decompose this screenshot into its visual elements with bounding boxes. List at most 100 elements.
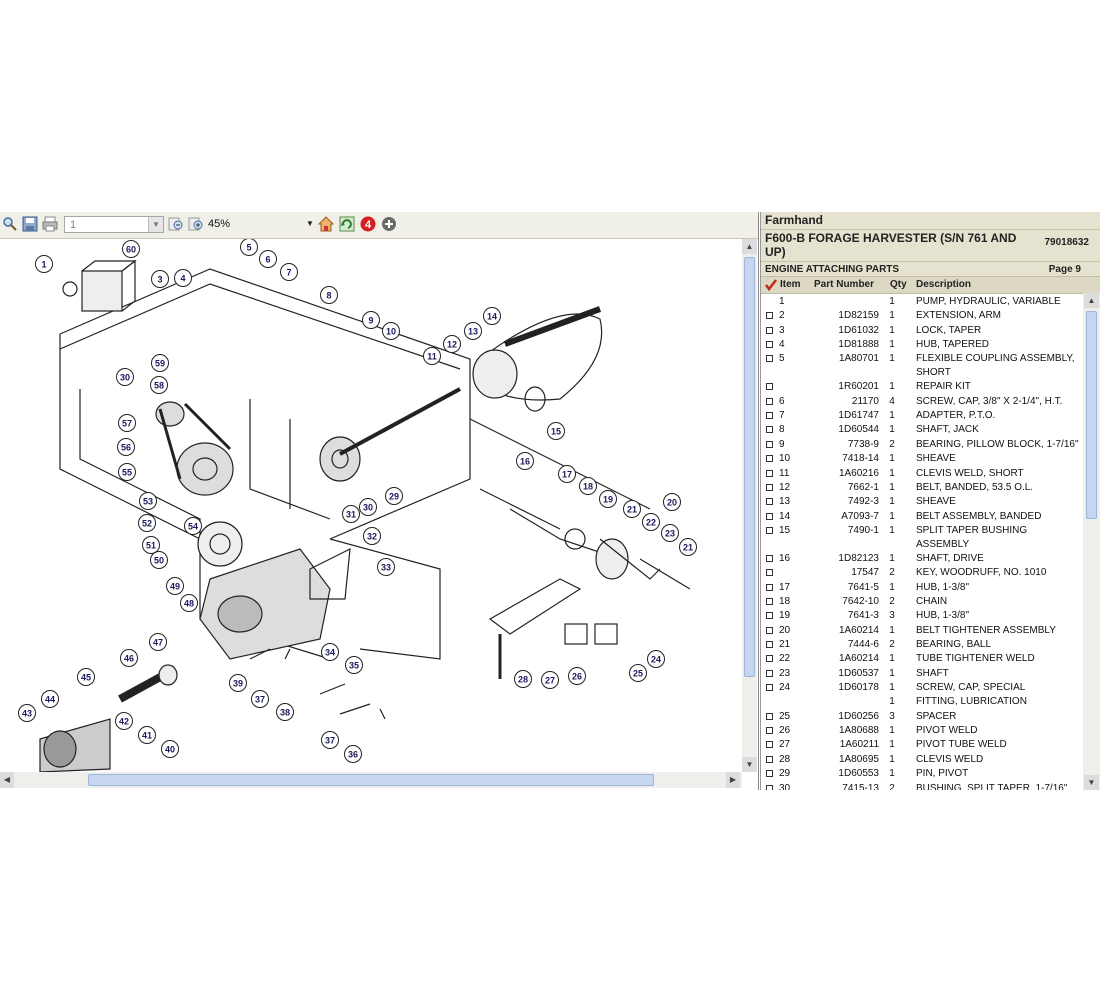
callout-12[interactable]: 12 bbox=[443, 335, 461, 353]
checkbox-icon[interactable] bbox=[766, 770, 773, 778]
callout-50[interactable]: 50 bbox=[150, 551, 168, 569]
table-row[interactable]: 21 7444-6 2 BEARING, BALL bbox=[761, 638, 1083, 652]
zoom-select[interactable]: 45% ▼ bbox=[208, 216, 316, 233]
checkbox-icon[interactable] bbox=[766, 784, 773, 790]
callout-42[interactable]: 42 bbox=[115, 712, 133, 730]
table-row[interactable]: 14 A7093-7 1 BELT ASSEMBLY, BANDED bbox=[761, 510, 1083, 524]
callout-41[interactable]: 41 bbox=[138, 726, 156, 744]
callout-4[interactable]: 4 bbox=[174, 269, 192, 287]
parts-vertical-scrollbar[interactable]: ▲ ▼ bbox=[1083, 293, 1100, 790]
callout-21[interactable]: 21 bbox=[679, 538, 697, 556]
callout-53[interactable]: 53 bbox=[139, 492, 157, 510]
drawing-horizontal-scrollbar[interactable]: ◀ ▶ bbox=[0, 772, 742, 788]
callout-3[interactable]: 3 bbox=[151, 270, 169, 288]
exploded-parts-drawing[interactable]: 1 3 4 5 6 7 8 9 10 11 12 13 14 15 16 17 18 19 20 21 21 22 23 24… bbox=[0, 239, 740, 772]
table-row[interactable]: 27 1A60211 1 PIVOT TUBE WELD bbox=[761, 738, 1083, 752]
checkbox-icon[interactable] bbox=[766, 498, 773, 506]
checkbox-icon[interactable] bbox=[766, 440, 773, 448]
table-row[interactable]: 17547 2 KEY, WOODRUFF, NO. 1010 bbox=[761, 566, 1083, 580]
callout-39[interactable]: 39 bbox=[229, 674, 247, 692]
zoom-in-icon[interactable] bbox=[188, 216, 204, 232]
table-row[interactable]: 19 7641-3 3 HUB, 1-3/8" bbox=[761, 609, 1083, 623]
callout-47[interactable]: 47 bbox=[149, 633, 167, 651]
checkbox-icon[interactable] bbox=[766, 755, 773, 763]
checkbox-icon[interactable] bbox=[766, 312, 773, 320]
column-qty[interactable]: Qty bbox=[890, 277, 907, 293]
page-number-select[interactable]: 1 ▼ bbox=[64, 216, 164, 233]
checkbox-icon[interactable] bbox=[766, 526, 773, 534]
notification-badge-icon[interactable]: 4 bbox=[360, 216, 376, 232]
callout-40[interactable]: 40 bbox=[161, 740, 179, 758]
table-row[interactable]: 18 7642-10 2 CHAIN bbox=[761, 595, 1083, 609]
callout-43[interactable]: 43 bbox=[18, 704, 36, 722]
table-row[interactable]: 8 1D60544 1 SHAFT, JACK bbox=[761, 423, 1083, 437]
callout-26[interactable]: 26 bbox=[568, 667, 586, 685]
callout-37[interactable]: 37 bbox=[321, 731, 339, 749]
callout-37[interactable]: 37 bbox=[251, 690, 269, 708]
callout-24[interactable]: 24 bbox=[647, 650, 665, 668]
checkbox-icon[interactable] bbox=[766, 712, 773, 720]
checkbox-icon[interactable] bbox=[766, 597, 773, 605]
checkbox-icon[interactable] bbox=[766, 512, 773, 520]
table-row[interactable]: 29 1D60553 1 PIN, PIVOT bbox=[761, 767, 1083, 781]
callout-16[interactable]: 16 bbox=[516, 452, 534, 470]
scroll-right-icon[interactable]: ▶ bbox=[726, 772, 740, 788]
callout-44[interactable]: 44 bbox=[41, 690, 59, 708]
checkbox-icon[interactable] bbox=[766, 341, 773, 349]
column-part-number[interactable]: Part Number bbox=[814, 277, 874, 293]
callout-21[interactable]: 21 bbox=[623, 500, 641, 518]
table-row[interactable]: 25 1D60256 3 SPACER bbox=[761, 710, 1083, 724]
scroll-down-icon[interactable]: ▼ bbox=[1084, 775, 1099, 790]
table-row[interactable]: 4 1D81888 1 HUB, TAPERED bbox=[761, 338, 1083, 352]
checkbox-icon[interactable] bbox=[766, 455, 773, 463]
callout-18[interactable]: 18 bbox=[579, 477, 597, 495]
chevron-down-icon[interactable]: ▼ bbox=[148, 217, 163, 232]
callout-22[interactable]: 22 bbox=[642, 513, 660, 531]
callout-38[interactable]: 38 bbox=[276, 703, 294, 721]
checkbox-icon[interactable] bbox=[766, 355, 773, 363]
scroll-thumb[interactable] bbox=[88, 774, 654, 786]
table-row[interactable]: 3 1D61032 1 LOCK, TAPER bbox=[761, 324, 1083, 338]
checkbox-icon[interactable] bbox=[766, 727, 773, 735]
column-item[interactable]: Item bbox=[780, 277, 801, 293]
callout-30[interactable]: 30 bbox=[116, 368, 134, 386]
table-row[interactable]: 2 1D82159 1 EXTENSION, ARM bbox=[761, 309, 1083, 323]
table-row[interactable]: 24 1D60178 1 SCREW, CAP, SPECIAL bbox=[761, 681, 1083, 695]
callout-15[interactable]: 15 bbox=[547, 422, 565, 440]
callout-60[interactable]: 60 bbox=[122, 240, 140, 258]
callout-56[interactable]: 56 bbox=[117, 438, 135, 456]
table-row[interactable]: 15 7490-1 1 SPLIT TAPER BUSHING ASSEMBLY bbox=[761, 524, 1083, 552]
scroll-up-icon[interactable]: ▲ bbox=[742, 239, 757, 254]
table-row[interactable]: 1R60201 1 REPAIR KIT bbox=[761, 380, 1083, 394]
checkbox-icon[interactable] bbox=[766, 641, 773, 648]
callout-10[interactable]: 10 bbox=[382, 322, 400, 340]
table-row[interactable]: 30 7415-13 2 BUSHING, SPLIT TAPER, 1-7/16" bbox=[761, 782, 1083, 790]
callout-27[interactable]: 27 bbox=[541, 671, 559, 689]
add-icon[interactable] bbox=[381, 216, 397, 232]
checkbox-icon[interactable] bbox=[766, 397, 773, 405]
callout-28[interactable]: 28 bbox=[514, 670, 532, 688]
callout-5[interactable]: 5 bbox=[240, 239, 258, 256]
callout-9[interactable]: 9 bbox=[362, 311, 380, 329]
search-icon[interactable] bbox=[2, 216, 18, 232]
column-description[interactable]: Description bbox=[916, 277, 971, 293]
checkbox-icon[interactable] bbox=[766, 626, 773, 634]
checkbox-icon[interactable] bbox=[766, 569, 773, 577]
callout-14[interactable]: 14 bbox=[483, 307, 501, 325]
callout-1[interactable]: 1 bbox=[35, 255, 53, 273]
table-row[interactable]: 6 21170 4 SCREW, CAP, 3/8" X 2-1/4", H.T. bbox=[761, 395, 1083, 409]
checkbox-icon[interactable] bbox=[766, 684, 773, 692]
callout-25[interactable]: 25 bbox=[629, 664, 647, 682]
callout-59[interactable]: 59 bbox=[151, 354, 169, 372]
callout-49[interactable]: 49 bbox=[166, 577, 184, 595]
table-row[interactable]: 22 1A60214 1 TUBE TIGHTENER WELD bbox=[761, 652, 1083, 666]
checkbox-icon[interactable] bbox=[766, 741, 773, 749]
checkbox-icon[interactable] bbox=[766, 655, 773, 663]
callout-45[interactable]: 45 bbox=[77, 668, 95, 686]
print-icon[interactable] bbox=[42, 216, 58, 232]
callout-31[interactable]: 31 bbox=[342, 505, 360, 523]
checkbox-icon[interactable] bbox=[766, 326, 773, 334]
callout-57[interactable]: 57 bbox=[118, 414, 136, 432]
checkbox-icon[interactable] bbox=[766, 469, 773, 477]
callout-48[interactable]: 48 bbox=[180, 594, 198, 612]
